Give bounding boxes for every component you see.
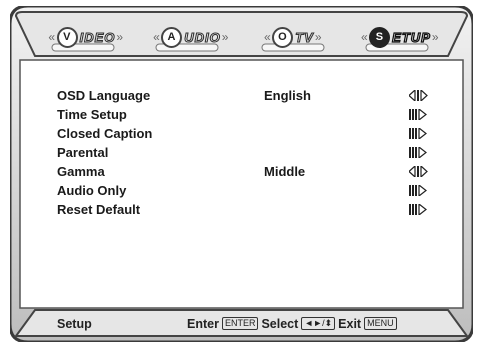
tab-audio[interactable]: « A UDIO »: [151, 24, 231, 50]
tab-audio-circle: A: [161, 26, 183, 48]
tab-audio-label: UDIO: [184, 29, 221, 45]
menu-item-label: Parental: [57, 145, 109, 160]
tab-bracket-right: »: [431, 30, 440, 44]
enter-arrow-icon: [409, 185, 427, 196]
footer-title: Setup: [57, 317, 92, 331]
setup-menu: OSD Language English Time Setup Closed C…: [57, 86, 457, 219]
menu-item-parental[interactable]: Parental: [57, 143, 457, 162]
select-key-icon: ◄►/⬍: [301, 317, 336, 331]
menu-item-audio-only[interactable]: Audio Only: [57, 181, 457, 200]
menu-item-label: Time Setup: [57, 107, 127, 122]
tab-tv-label: TV: [295, 29, 314, 45]
footer-hints: Enter ENTER Select ◄►/⬍ Exit MENU: [187, 313, 400, 335]
tab-bracket-right: »: [116, 30, 124, 44]
menu-key-icon: MENU: [364, 317, 397, 331]
menu-item-label: Audio Only: [57, 183, 127, 198]
footer-exit-text: Exit: [338, 317, 362, 331]
menu-item-osd-language[interactable]: OSD Language English: [57, 86, 457, 105]
tab-video[interactable]: « V IDEO »: [46, 24, 126, 50]
tab-bracket-left: «: [360, 30, 369, 44]
tab-setup[interactable]: « S ETUP »: [360, 24, 440, 50]
tab-video-label: IDEO: [79, 29, 116, 45]
menu-item-time-setup[interactable]: Time Setup: [57, 105, 457, 124]
menu-item-value: Middle: [264, 164, 306, 179]
tab-bracket-left: «: [48, 30, 56, 44]
menu-item-label: Closed Caption: [57, 126, 153, 141]
menu-item-reset-default[interactable]: Reset Default: [57, 200, 457, 219]
tab-video-circle: V: [56, 26, 78, 48]
enter-arrow-icon: [409, 128, 427, 139]
menu-item-label: OSD Language: [57, 88, 151, 103]
footer-select-text: Select: [261, 317, 299, 331]
menu-item-label: Reset Default: [57, 202, 141, 217]
left-right-arrow-icon: [409, 166, 428, 177]
tab-setup-circle: S: [369, 26, 391, 48]
tab-bracket-right: »: [314, 30, 322, 44]
menu-item-closed-caption[interactable]: Closed Caption: [57, 124, 457, 143]
menu-item-value: English: [264, 88, 311, 103]
tab-tv-circle: O: [272, 26, 294, 48]
enter-arrow-icon: [409, 147, 427, 158]
tab-bracket-left: «: [264, 30, 272, 44]
menu-item-gamma[interactable]: Gamma Middle: [57, 162, 457, 181]
tab-bracket-right: »: [221, 30, 229, 44]
enter-arrow-icon: [409, 109, 427, 120]
tab-tv[interactable]: « O TV »: [256, 24, 330, 50]
tab-setup-label: ETUP: [392, 29, 431, 45]
enter-arrow-icon: [409, 204, 427, 215]
tab-bracket-left: «: [153, 30, 161, 44]
enter-key-icon: ENTER: [221, 317, 259, 331]
footer-enter-text: Enter: [187, 317, 219, 331]
left-right-arrow-icon: [409, 90, 428, 101]
menu-item-label: Gamma: [57, 164, 105, 179]
